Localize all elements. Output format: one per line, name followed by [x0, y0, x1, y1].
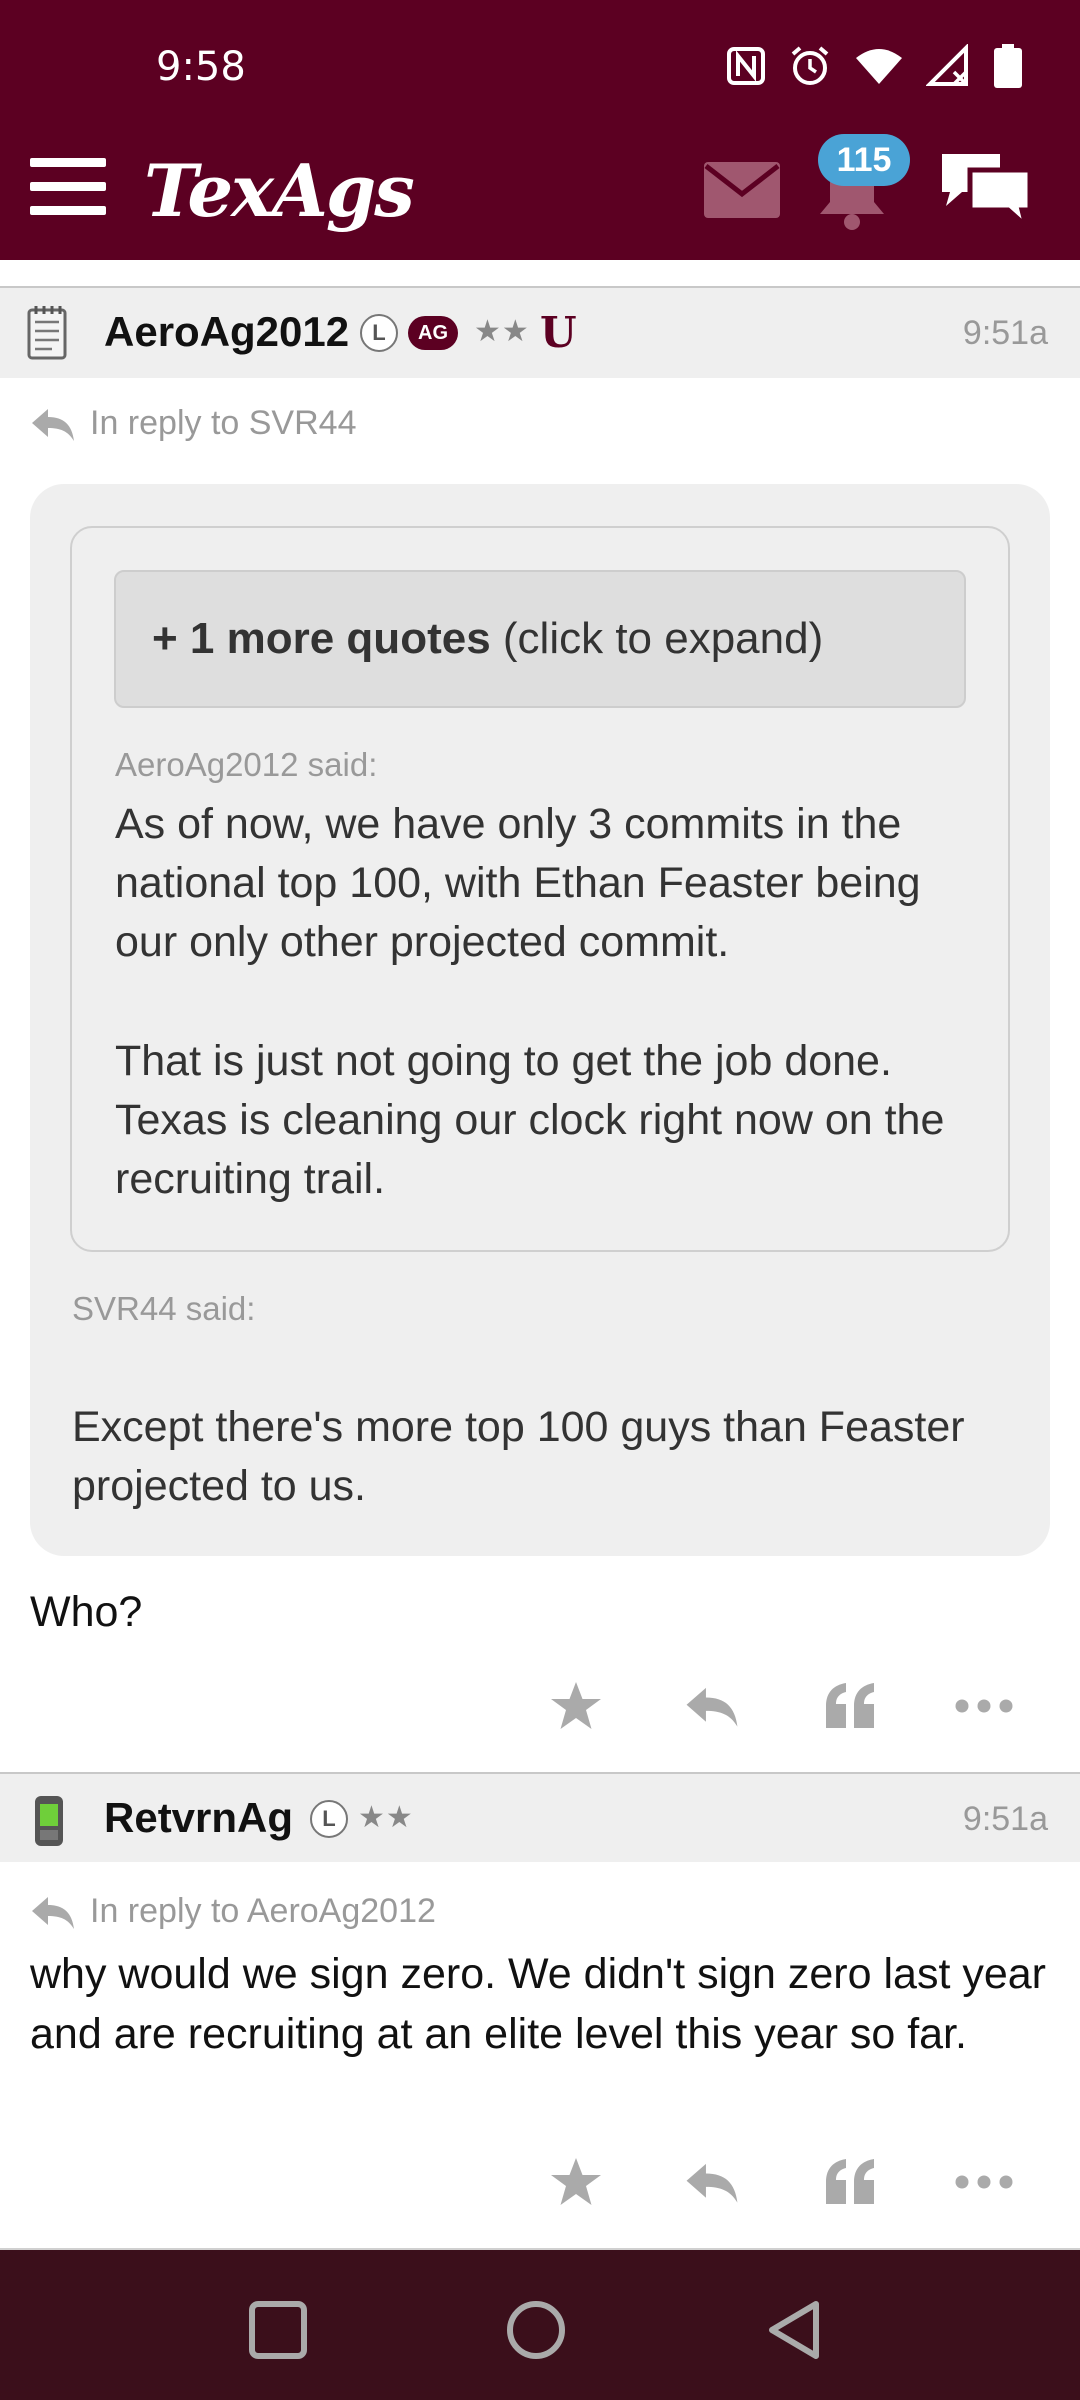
notification-count-badge: 115 — [818, 134, 910, 186]
status-icons — [726, 44, 1022, 88]
recents-button[interactable] — [238, 2290, 318, 2370]
expand-quotes-button[interactable]: + 1 more quotes (click to expand) — [114, 570, 966, 708]
reply-icon — [686, 1687, 738, 1727]
ellipsis-icon — [955, 2175, 1013, 2189]
post-header: AeroAg2012 L AG ★★ U 9:51a — [0, 288, 1080, 378]
reply-button[interactable] — [672, 2142, 752, 2222]
level-badge: L — [360, 314, 398, 352]
status-time: 9:58 — [156, 44, 246, 90]
square-icon — [249, 2301, 307, 2359]
quote-text: Except there's more top 100 guys than Fe… — [72, 1403, 965, 1510]
star-icon — [551, 1682, 601, 1729]
star-icon — [551, 2158, 601, 2205]
reply-button[interactable] — [672, 1666, 752, 1746]
quote-icon — [826, 1683, 874, 1728]
home-button[interactable] — [496, 2290, 576, 2370]
quote-icon — [826, 2159, 874, 2204]
texags-logo[interactable]: TexAgs — [144, 148, 415, 233]
rating-stars: ★★ — [358, 1801, 414, 1834]
reply-reference[interactable]: In reply to SVR44 — [30, 404, 356, 443]
favorite-button[interactable] — [536, 2142, 616, 2222]
triangle-back-icon — [769, 2301, 819, 2359]
reply-icon — [686, 2163, 738, 2203]
reply-arrow-icon — [32, 1896, 74, 1929]
u-mark-icon: U — [540, 308, 577, 357]
ag-badge: AG — [408, 316, 458, 350]
post-username[interactable]: RetvrnAg — [104, 1794, 293, 1842]
signal-icon — [926, 44, 968, 86]
rating-stars: ★★ — [474, 315, 530, 348]
post-body: Who? — [30, 1588, 143, 1636]
phone-icon — [35, 1796, 63, 1846]
expand-hint: (click to expand) — [490, 614, 824, 663]
back-button[interactable] — [756, 2290, 836, 2370]
menu-button[interactable] — [30, 158, 106, 216]
chat-icon[interactable] — [936, 148, 1036, 230]
ellipsis-icon — [955, 1699, 1013, 1713]
post-body: why would we sign zero. We didn't sign z… — [30, 1950, 1047, 2058]
post-actions — [520, 1666, 1050, 1746]
system-navigation-bar — [0, 2250, 1080, 2400]
post-username[interactable]: AeroAg2012 — [104, 308, 349, 356]
reply-to-text: In reply to SVR44 — [90, 404, 357, 442]
nested-quote-paragraph: That is just not going to get the job do… — [115, 1037, 945, 1203]
post-header: RetvrnAg L ★★ 9:51a — [0, 1774, 1080, 1862]
nfc-icon — [727, 47, 765, 85]
app-header: 9:58 TexAgs 115 — [0, 0, 1080, 260]
post-actions — [520, 2142, 1050, 2222]
reply-to-text: In reply to AeroAg2012 — [90, 1892, 436, 1930]
wifi-icon — [856, 49, 902, 84]
more-options-button[interactable] — [944, 1666, 1024, 1746]
post-time: 9:51a — [962, 1800, 1048, 1838]
reply-arrow-icon — [32, 408, 74, 441]
mail-icon[interactable] — [704, 162, 780, 218]
reply-reference[interactable]: In reply to AeroAg2012 — [30, 1892, 436, 1931]
quote-author: SVR44 said: — [72, 1290, 256, 1327]
notepad-icon — [27, 306, 67, 360]
quote-button[interactable] — [810, 2142, 890, 2222]
alarm-icon — [791, 46, 829, 85]
level-badge: L — [310, 1800, 348, 1838]
nested-quote-paragraph: As of now, we have only 3 commits in the… — [115, 800, 921, 966]
battery-icon — [994, 44, 1022, 88]
more-options-button[interactable] — [944, 2142, 1024, 2222]
favorite-button[interactable] — [536, 1666, 616, 1746]
nested-quote-author: AeroAg2012 said: — [115, 746, 378, 783]
expand-count: + 1 more quotes — [152, 614, 491, 663]
circle-icon — [507, 2301, 565, 2359]
post-time: 9:51a — [962, 314, 1048, 352]
quote-button[interactable] — [810, 1666, 890, 1746]
